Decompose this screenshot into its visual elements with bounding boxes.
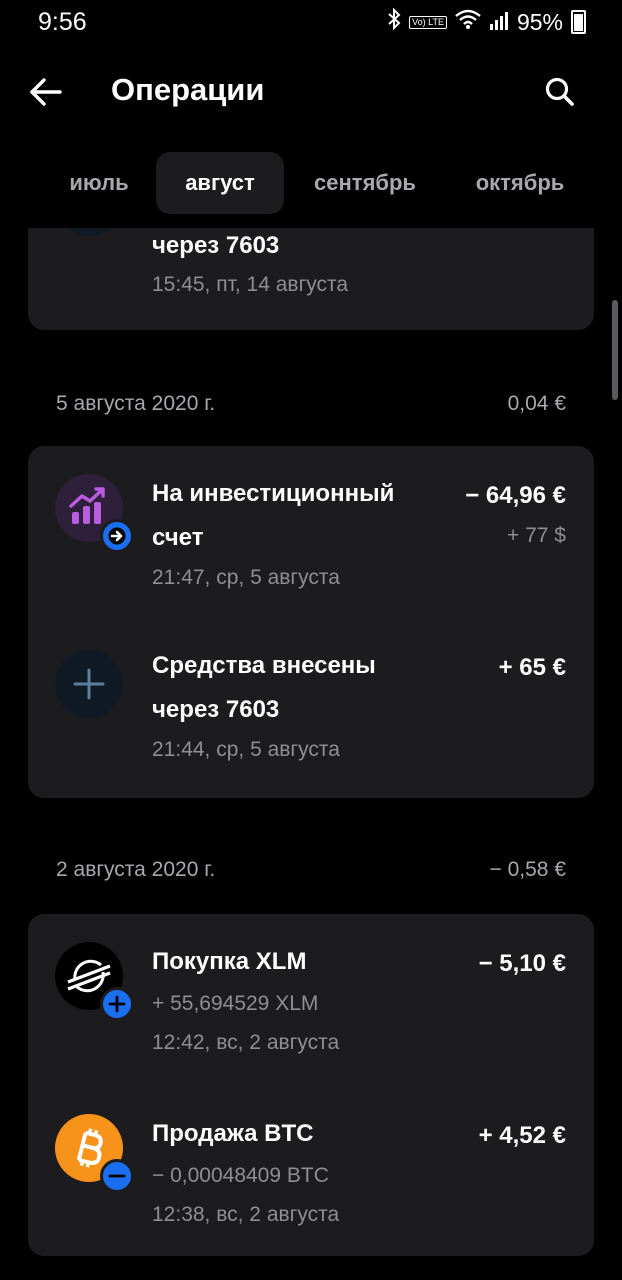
- tx-title-line1: Средства внесены: [152, 652, 376, 679]
- date-label: 2 августа 2020 г.: [56, 858, 216, 881]
- status-bar: 9:56 Vo) LTE 95%: [0, 0, 622, 46]
- search-icon: [545, 77, 574, 106]
- transactions-list[interactable]: через 7603 15:45, пт, 14 августа 5 авгус…: [0, 228, 622, 1280]
- signal-icon: [489, 9, 509, 36]
- back-button[interactable]: [24, 70, 68, 114]
- battery-icon: [571, 10, 586, 34]
- tx-title-line1: На инвестиционный: [152, 480, 395, 507]
- app-bar: Операции: [0, 60, 622, 124]
- battery-percent: 95%: [516, 8, 563, 35]
- search-button[interactable]: [536, 70, 584, 114]
- transaction-group-card: Покупка XLM + 55,694529 XLM − 5,10 € 12:…: [28, 914, 594, 1256]
- tx-time: 21:47, ср, 5 августа: [152, 566, 340, 589]
- tx-time: 12:42, вс, 2 августа: [152, 1031, 340, 1054]
- status-time: 9:56: [38, 8, 87, 36]
- tx-crypto-amount: + 55,694529 XLM: [152, 992, 319, 1015]
- tab-october[interactable]: октябрь: [456, 152, 584, 214]
- arrow-left-icon: [30, 78, 62, 106]
- bluetooth-icon: [387, 7, 401, 36]
- page-title: Операции: [111, 72, 265, 107]
- volte-icon: Vo) LTE: [409, 15, 447, 29]
- tx-amount: − 64,96 €: [465, 482, 566, 509]
- transaction-row[interactable]: Покупка XLM + 55,694529 XLM − 5,10 € 12:…: [28, 914, 594, 1086]
- tab-september[interactable]: сентябрь: [296, 152, 434, 214]
- tab-august[interactable]: август: [156, 152, 284, 214]
- date-total: 0,04 €: [507, 392, 566, 415]
- date-total: − 0,58 €: [489, 858, 566, 881]
- tab-july[interactable]: июль: [44, 152, 154, 214]
- transaction-group-card: На инвестиционный счет − 64,96 € + 77 $ …: [28, 446, 594, 798]
- tx-time: 21:44, ср, 5 августа: [152, 738, 340, 761]
- tx-title: Продажа BTC: [152, 1120, 314, 1147]
- tx-amount: − 5,10 €: [478, 950, 566, 977]
- plus-badge-icon: [100, 987, 134, 1021]
- tx-amount: + 65 €: [498, 654, 566, 681]
- transaction-row[interactable]: Продажа BTC − 0,00048409 BTC + 4,52 € 12…: [28, 1086, 594, 1256]
- arrow-right-icon: [100, 519, 134, 553]
- date-header: 5 августа 2020 г. 0,04 €: [56, 392, 566, 416]
- tx-title-line2: через 7603: [152, 696, 280, 723]
- plus-icon: [55, 650, 123, 718]
- month-tabs: июль август сентябрь октябрь: [0, 150, 622, 228]
- transaction-row[interactable]: Средства внесены через 7603 + 65 € 21:44…: [28, 618, 594, 798]
- transaction-card-partial[interactable]: через 7603 15:45, пт, 14 августа: [28, 228, 594, 330]
- date-header: 2 августа 2020 г. − 0,58 €: [56, 858, 566, 882]
- tx-title: Покупка XLM: [152, 948, 307, 975]
- tx-time: 15:45, пт, 14 августа: [152, 273, 349, 296]
- scrollbar[interactable]: [612, 300, 618, 400]
- plus-icon: [55, 228, 123, 236]
- tx-title-line2: счет: [152, 524, 204, 551]
- tx-time: 12:38, вс, 2 августа: [152, 1203, 340, 1226]
- tx-crypto-amount: − 0,00048409 BTC: [152, 1164, 329, 1187]
- tx-title: через 7603: [152, 232, 280, 259]
- wifi-icon: [455, 8, 481, 36]
- tx-amount: + 4,52 €: [478, 1122, 566, 1149]
- date-label: 5 августа 2020 г.: [56, 392, 216, 415]
- tx-amount-secondary: + 77 $: [507, 524, 566, 547]
- transaction-row[interactable]: На инвестиционный счет − 64,96 € + 77 $ …: [28, 446, 594, 618]
- minus-badge-icon: [100, 1159, 134, 1193]
